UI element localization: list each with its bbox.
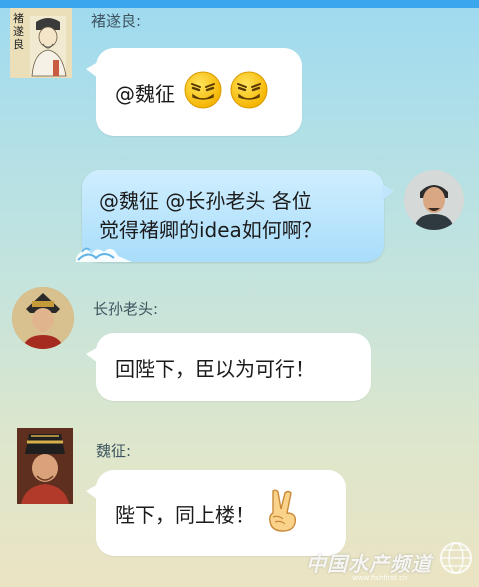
sender-name: 褚遂良: — [91, 12, 142, 30]
watermark-globe-icon — [440, 542, 472, 574]
sender-name: 长孙老头: — [93, 300, 159, 318]
victory-hand-icon — [263, 489, 301, 538]
watermark-url: www.fishfirst.cn — [352, 574, 408, 582]
message-text: @魏征 — [115, 81, 175, 106]
portrait-caption: 褚遂良 — [13, 12, 24, 51]
status-bar — [0, 0, 479, 8]
message-bubble[interactable]: @魏征 — [86, 48, 302, 136]
bubble-tail — [86, 484, 98, 500]
portrait-icon — [404, 170, 464, 230]
avatar-weizheng[interactable] — [17, 428, 73, 504]
bubble-tail — [86, 347, 98, 363]
bubble-tail — [86, 62, 98, 78]
message-text-line-2: 觉得褚卿的idea如何啊？ — [99, 218, 322, 242]
watermark-text: 中国水产频道 — [306, 552, 432, 576]
message-text: 陛下，同上楼！ — [115, 502, 255, 527]
message-text-line-1: @魏征 @长孙老头 各位 — [99, 189, 312, 213]
smirk-emoji-icon — [229, 70, 269, 115]
message-bubble[interactable]: 回陛下，臣以为可行！ — [86, 333, 371, 401]
message-text: 回陛下，臣以为可行！ — [115, 356, 315, 381]
portrait-icon — [17, 428, 73, 504]
wave-decoration-icon — [76, 247, 132, 262]
avatar-self[interactable] — [404, 170, 464, 230]
bubble-tail — [382, 184, 394, 200]
sender-name: 魏征: — [96, 442, 132, 460]
message-bubble[interactable]: 陛下，同上楼！ — [86, 470, 346, 556]
avatar-zhangsun[interactable] — [12, 287, 74, 349]
portrait-icon — [12, 287, 74, 349]
message-bubble-self[interactable]: @魏征 @长孙老头 各位 觉得褚卿的idea如何啊？ — [76, 170, 394, 262]
avatar-chu-suiliang[interactable]: 褚遂良 — [10, 8, 72, 78]
smirk-emoji-icon — [183, 70, 223, 115]
